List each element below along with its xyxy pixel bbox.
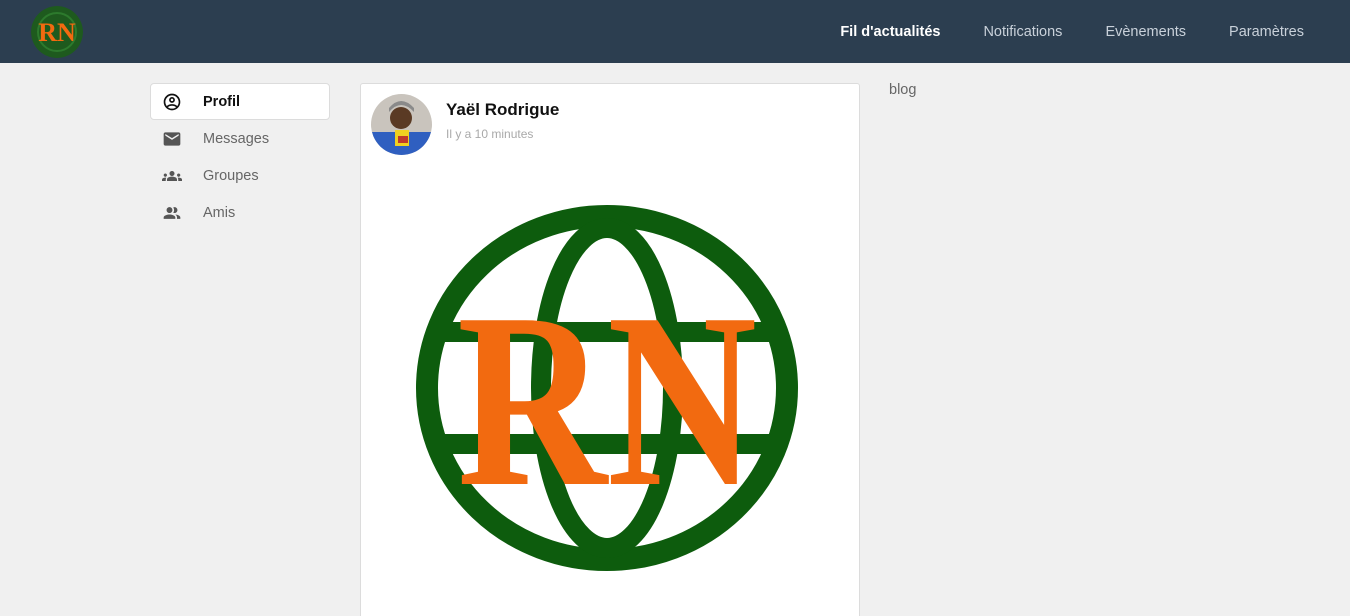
sidebar-item-messages[interactable]: Messages (150, 120, 330, 157)
mail-icon (161, 128, 183, 150)
sidebar-item-label: Amis (203, 204, 236, 221)
avatar[interactable] (371, 94, 432, 155)
avatar-image (371, 94, 432, 155)
top-navbar: RN Fil d'actualités Notifications Evènem… (0, 0, 1350, 63)
logo[interactable]: RN (31, 6, 83, 58)
logo-graphic: RN (31, 6, 83, 58)
sidebar: Profil Messages Groupes Amis (150, 83, 330, 231)
post-image[interactable]: RN (414, 202, 800, 574)
groups-icon (161, 165, 183, 187)
main-nav: Fil d'actualités Notifications Evènement… (797, 0, 1304, 63)
post-author-name[interactable]: Yaël Rodrigue (446, 100, 559, 120)
nav-events[interactable]: Evènements (1105, 24, 1186, 40)
sidebar-item-label: Messages (203, 130, 270, 147)
sidebar-item-label: Profil (203, 93, 241, 110)
globe-logo-graphic: RN (416, 205, 798, 571)
sidebar-item-label: Groupes (203, 167, 259, 184)
sidebar-item-profile[interactable]: Profil (150, 83, 330, 120)
nav-notifications[interactable]: Notifications (983, 24, 1062, 40)
sidebar-item-friends[interactable]: Amis (150, 194, 330, 231)
right-panel-title: blog (889, 82, 917, 98)
people-icon (161, 202, 183, 224)
sidebar-item-groups[interactable]: Groupes (150, 157, 330, 194)
account-circle-icon (161, 91, 183, 113)
nav-settings[interactable]: Paramètres (1229, 24, 1304, 40)
post-image-text: RN (457, 262, 757, 539)
post-card: Yaël Rodrigue Il y a 10 minutes RN (360, 83, 860, 616)
post-timestamp: Il y a 10 minutes (446, 127, 534, 141)
nav-news-feed[interactable]: Fil d'actualités (840, 24, 940, 40)
logo-text: RN (38, 18, 76, 47)
